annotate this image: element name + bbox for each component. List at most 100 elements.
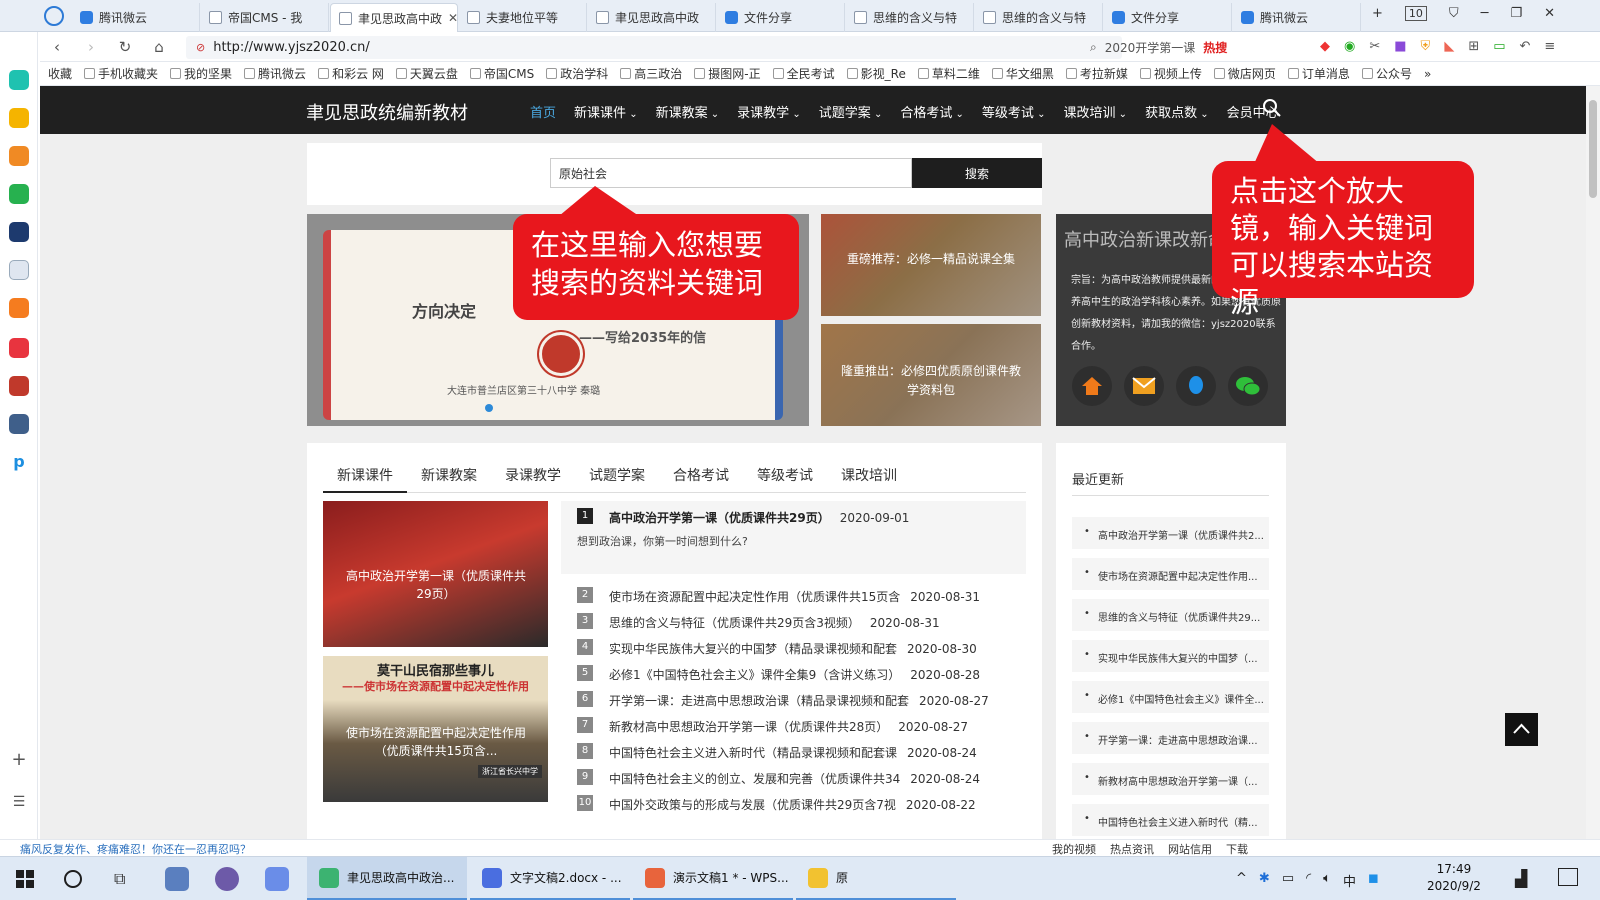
extension-icon[interactable]: ◆ xyxy=(1320,39,1330,54)
recent-item[interactable]: 新教材高中思想政治开学第一课（... xyxy=(1072,763,1269,795)
browser-tab[interactable]: 帝国CMS - 我 xyxy=(201,3,329,32)
status-link[interactable]: 下载 xyxy=(1226,841,1248,857)
recent-item[interactable]: 实现中华民族伟大复兴的中国梦（... xyxy=(1072,640,1269,672)
news-icon[interactable] xyxy=(9,222,29,242)
battery-tray-icon[interactable]: ▭ xyxy=(1282,871,1294,890)
content-tab[interactable]: 课改培训 xyxy=(827,465,911,493)
thumbnail-card[interactable]: 莫干山民宿那些事儿 ——使市场在资源配置中起决定性作用 使市场在资源配置中起决定… xyxy=(323,656,548,802)
tab-menu-icon[interactable] xyxy=(44,6,64,26)
tab-count[interactable]: 10 xyxy=(1404,6,1427,21)
game-center-icon[interactable]: ◣ xyxy=(1444,39,1454,54)
plus-circle-icon[interactable] xyxy=(9,70,29,90)
bookmark-item[interactable]: 我的坚果 xyxy=(170,65,232,82)
site-nav-item[interactable]: 新课教案 xyxy=(656,102,720,121)
game2-icon[interactable] xyxy=(9,414,29,434)
cortana-icon[interactable] xyxy=(64,870,82,888)
recent-item[interactable]: 使市场在资源配置中起决定性作用... xyxy=(1072,558,1269,590)
list-item-featured[interactable]: 1 高中政治开学第一课（优质课件共29页） 2020-09-01 想到政治课，你第… xyxy=(561,501,1026,574)
recent-item[interactable]: 必修1《中国特色社会主义》课件全... xyxy=(1072,681,1269,713)
magnifier-icon[interactable] xyxy=(1262,98,1282,118)
tray-expand-icon[interactable]: ^ xyxy=(1236,871,1247,890)
list-item[interactable]: 2 使市场在资源配置中起决定性作用（优质课件共15页含 2020-08-31 xyxy=(561,587,1026,607)
bookmark-item[interactable]: 和彩云 网 xyxy=(318,65,384,82)
pinned-app-icon[interactable] xyxy=(165,867,189,891)
volume-icon[interactable]: 🔈︎ xyxy=(1323,871,1331,890)
wechat-icon[interactable] xyxy=(1228,366,1268,406)
new-tab-icon[interactable]: + xyxy=(1372,6,1383,21)
taskbar-app[interactable]: 原 xyxy=(796,857,956,900)
bookmark-item[interactable]: 政治学科 xyxy=(546,65,608,82)
email-icon[interactable] xyxy=(1124,366,1164,406)
content-tab[interactable]: 试题学案 xyxy=(575,465,659,493)
site-nav-item[interactable]: 录课教学 xyxy=(737,102,801,121)
close-tab-icon[interactable]: ✕ xyxy=(448,11,457,25)
skin-icon[interactable]: ⛉ xyxy=(1449,6,1459,21)
bookmark-item[interactable]: 微店网页 xyxy=(1213,65,1276,82)
scissors-icon[interactable]: ✂ xyxy=(1369,39,1380,54)
bookmark-item[interactable]: 影视_Re xyxy=(846,65,906,82)
doc-icon[interactable] xyxy=(9,260,29,280)
app-icon[interactable] xyxy=(9,376,29,396)
home-icon[interactable] xyxy=(1072,366,1112,406)
browser-tab[interactable]: 腾讯微云 xyxy=(72,3,200,32)
bookmark-item[interactable]: 公众号 xyxy=(1361,65,1412,82)
weibo-icon[interactable] xyxy=(9,146,29,166)
item-title[interactable]: 中国外交政策与的形成与发展（优质课件共29页含7视 xyxy=(609,798,896,812)
site-nav-item[interactable]: 获取点数 xyxy=(1145,102,1209,121)
site-nav-item[interactable]: 课改培训 xyxy=(1063,102,1127,121)
address-bar[interactable]: ⊘ http://www.yjsz2020.cn/ xyxy=(186,36,1122,59)
content-tab[interactable]: 录课教学 xyxy=(491,465,575,493)
page-scrollbar[interactable] xyxy=(1586,86,1600,839)
site-nav-item[interactable]: 合格考试 xyxy=(900,102,964,121)
bookmark-item[interactable]: 高三政治 xyxy=(620,65,682,82)
add-icon[interactable]: + xyxy=(9,750,29,770)
back-to-top-button[interactable] xyxy=(1505,713,1538,746)
browser-tab[interactable]: 思维的含义与特 xyxy=(975,3,1103,32)
grid-icon[interactable]: ⊞ xyxy=(1468,39,1479,54)
taskbar-app[interactable]: 演示文稿1 * - WPS... xyxy=(633,857,793,900)
bookmark-item[interactable]: 考拉新媒 xyxy=(1065,65,1128,82)
browser-tab[interactable]: 夫妻地位平等 xyxy=(459,3,587,32)
search-button[interactable]: 搜索 xyxy=(912,158,1042,188)
item-title[interactable]: 中国特色社会主义进入新时代（精品录课视频和配套课 xyxy=(609,746,897,760)
pinned-app-icon[interactable] xyxy=(215,867,239,891)
reload-icon[interactable]: ↻ xyxy=(108,38,142,56)
undo-icon[interactable]: ↶ xyxy=(1520,39,1531,54)
bookmark-item[interactable]: 摄图网-正 xyxy=(694,65,761,82)
security-icon[interactable]: ⊘ xyxy=(196,41,205,54)
site-logo[interactable]: 聿见思政统编新教材 xyxy=(306,99,468,125)
status-link[interactable]: 我的视频 xyxy=(1052,841,1096,857)
bookmark-item[interactable]: 天翼云盘 xyxy=(395,65,458,82)
browser-menu-icon[interactable]: ≡ xyxy=(1544,39,1555,54)
shopping-icon[interactable] xyxy=(9,298,29,318)
scrollbar-thumb[interactable] xyxy=(1589,100,1597,198)
mail-icon[interactable] xyxy=(9,184,29,204)
taskbar-clock[interactable]: 17:49 2020/9/2 xyxy=(1427,861,1481,895)
menu-list-icon[interactable]: ☰ xyxy=(9,792,29,812)
list-item[interactable]: 10 中国外交政策与的形成与发展（优质课件共29页含7视 2020-08-22 xyxy=(561,795,1026,815)
shield-icon[interactable]: ⛨ xyxy=(1421,39,1431,54)
bookmark-item[interactable]: 手机收藏夹 xyxy=(84,65,158,82)
content-tab[interactable]: 合格考试 xyxy=(659,465,743,493)
content-tab[interactable]: 新课课件 xyxy=(323,465,407,493)
list-item[interactable]: 8 中国特色社会主义进入新时代（精品录课视频和配套课 2020-08-24 xyxy=(561,743,1026,763)
item-title[interactable]: 实现中华民族伟大复兴的中国梦（精品录课视频和配套 xyxy=(609,642,897,656)
task-view-icon[interactable]: ⧉ xyxy=(114,869,125,889)
bookmark-item[interactable]: 帝国CMS xyxy=(469,65,534,82)
item-title[interactable]: 使市场在资源配置中起决定性作用（优质课件共15页含 xyxy=(609,590,900,604)
taskbar-app[interactable]: 聿见思政高中政治... xyxy=(307,857,467,900)
monitor-widget-icon[interactable]: ▟ xyxy=(1515,869,1527,888)
list-item[interactable]: 7 新教材高中思想政治开学第一课（优质课件共28页） 2020-08-27 xyxy=(561,717,1026,737)
forward-icon[interactable]: › xyxy=(74,38,108,56)
battery-icon[interactable]: ▭ xyxy=(1493,39,1505,54)
security-shield-icon[interactable]: ◉ xyxy=(1344,39,1355,54)
browser-tab[interactable]: 聿见思政高中政 ✕ xyxy=(330,3,458,32)
back-icon[interactable]: ‹ xyxy=(40,38,74,56)
wifi-icon[interactable]: ◜ xyxy=(1306,871,1311,890)
item-title[interactable]: 思维的含义与特征（优质课件共29页含3视频） xyxy=(609,616,860,630)
list-item[interactable]: 5 必修1《中国特色社会主义》课件全集9（含讲义练习） 2020-08-28 xyxy=(561,665,1026,685)
browser-tab[interactable]: 聿见思政高中政 xyxy=(588,3,716,32)
bookmark-item[interactable]: 华文细黑 xyxy=(991,65,1054,82)
browser-tab[interactable]: 思维的含义与特 xyxy=(846,3,974,32)
pinned-app-icon[interactable] xyxy=(265,867,289,891)
